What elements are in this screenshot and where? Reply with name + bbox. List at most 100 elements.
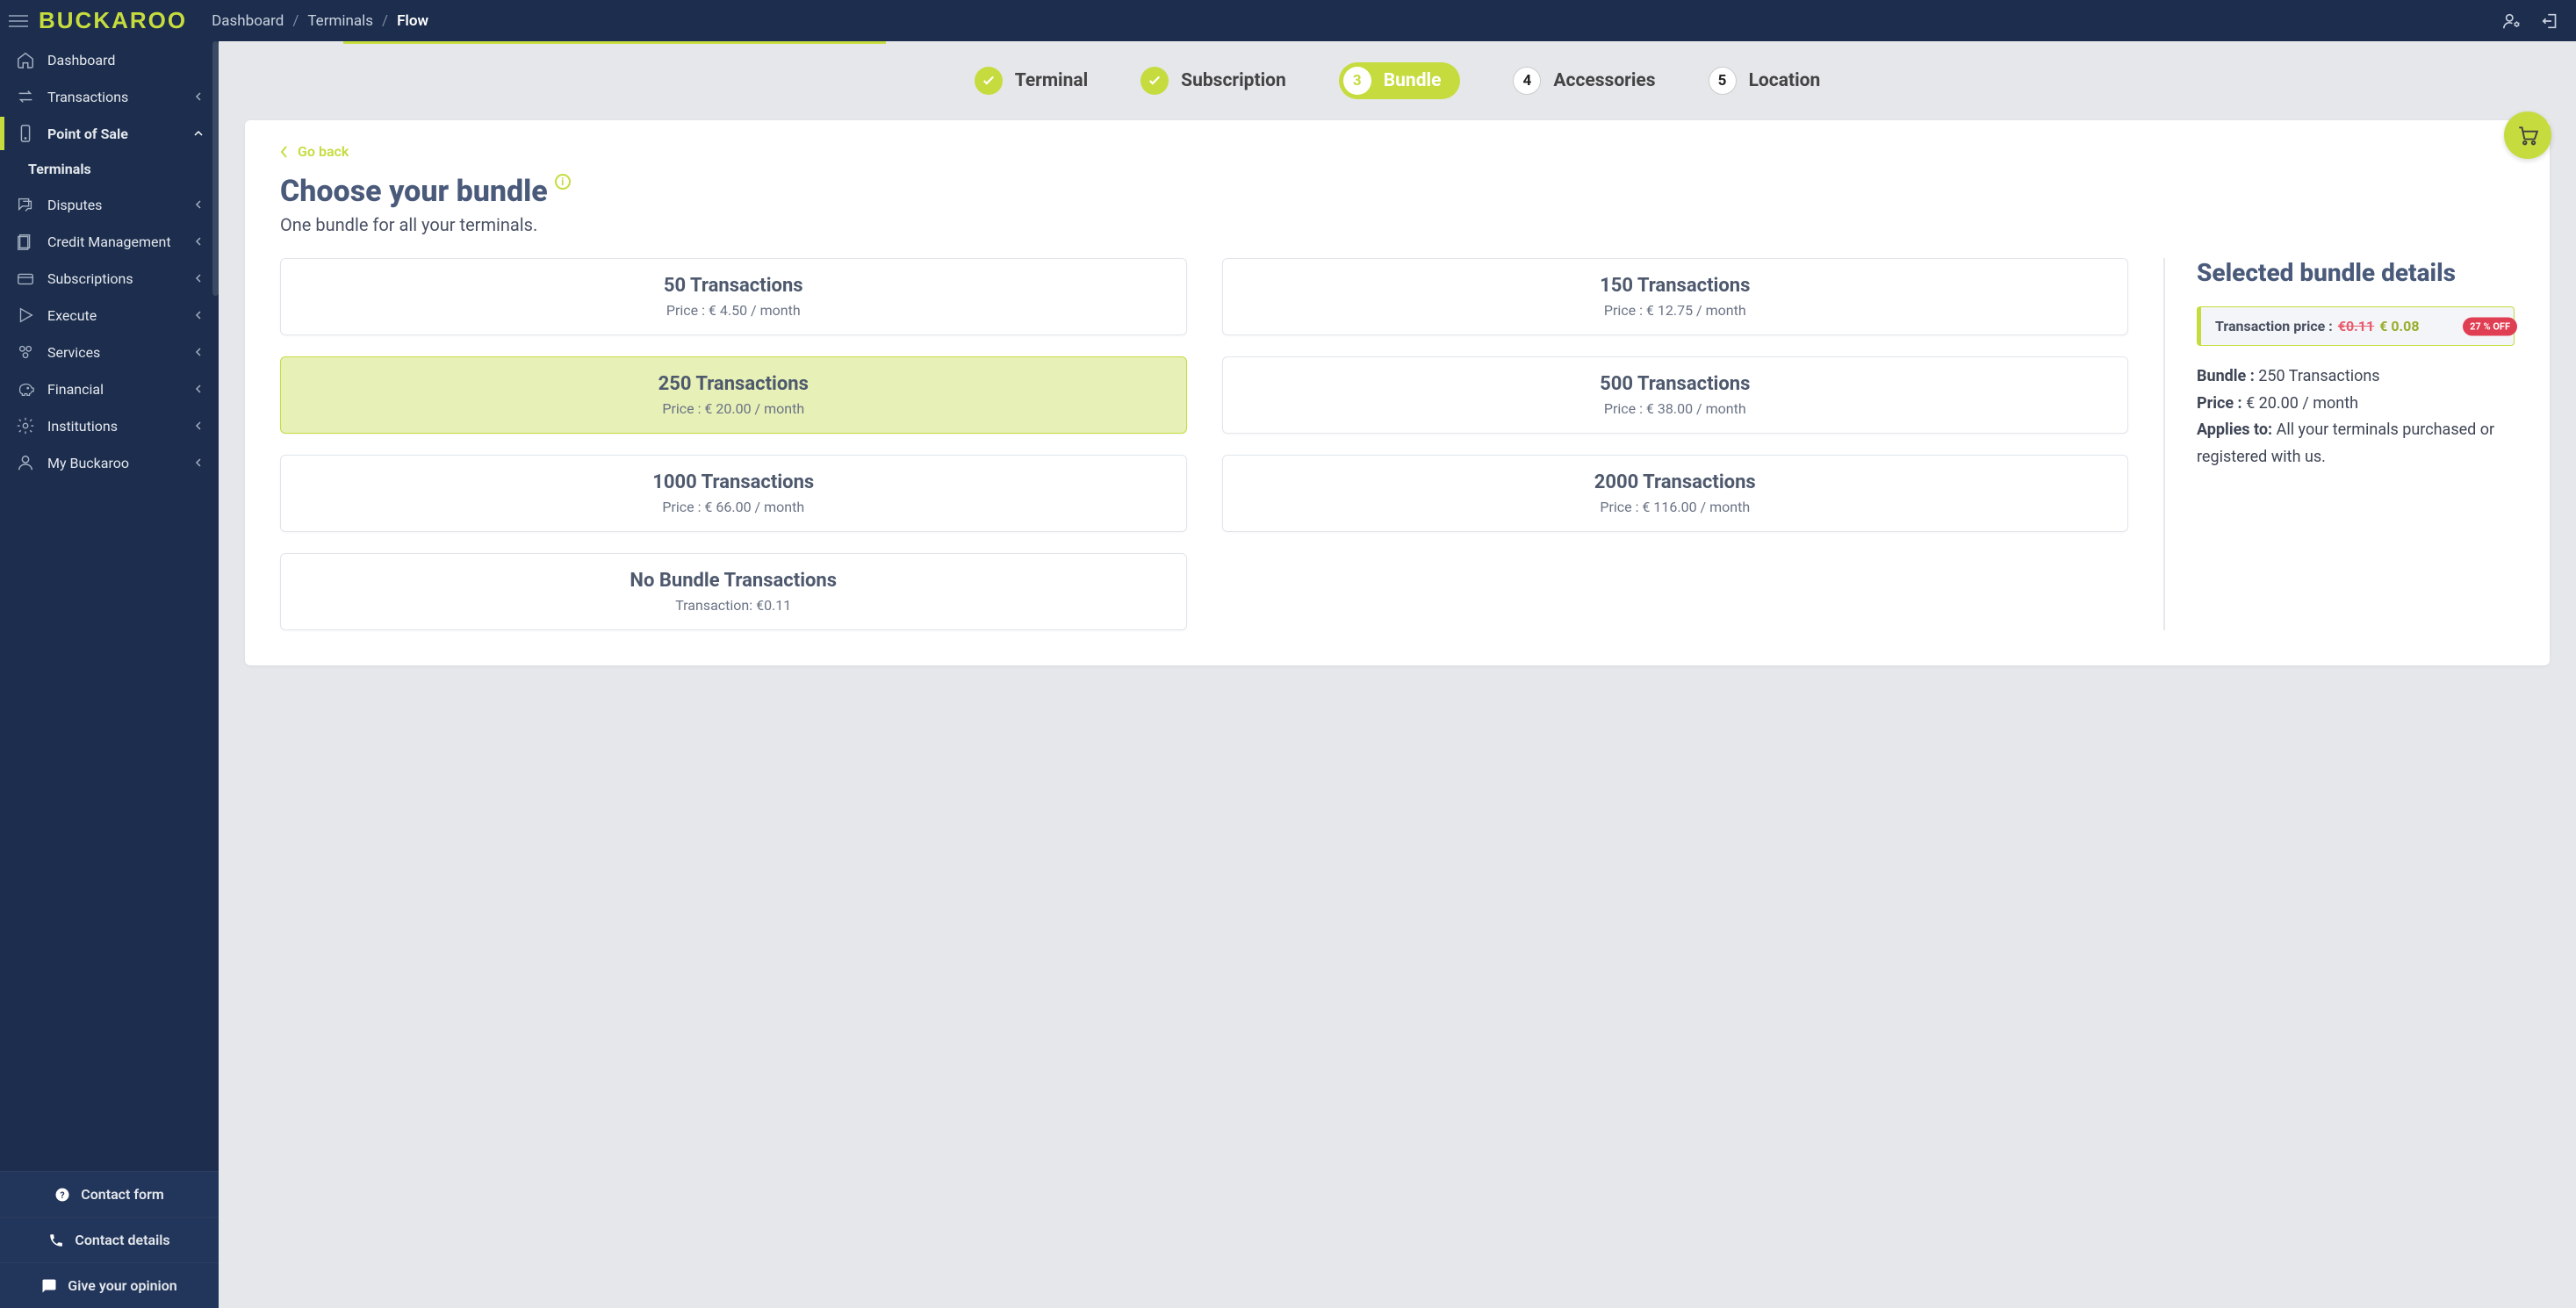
pos-icon [16,124,35,143]
bundle-card-title: 150 Transactions [1241,275,2111,297]
breadcrumb-sep: / [292,12,299,30]
sidebar-item-transactions[interactable]: Transactions [0,78,219,115]
sidebar-item-label: Disputes [47,197,102,213]
step-number: 5 [1709,67,1737,95]
logout-icon[interactable] [2541,11,2560,31]
info-icon[interactable]: i [555,174,571,190]
bundle-label: Bundle : [2197,367,2255,385]
question-icon: ? [54,1187,70,1203]
svg-text:?: ? [61,1189,65,1200]
chevron-left-icon [280,145,289,159]
sidebar-item-label: Dashboard [47,52,115,68]
applies-label: Applies to: [2197,420,2272,439]
step-terminal[interactable]: Terminal [975,67,1088,95]
chevron-left-icon [194,237,203,246]
price-line: Price : € 20.00 / month [2197,391,2515,418]
cart-button[interactable] [2504,111,2551,159]
step-label: Accessories [1553,70,1655,91]
go-back-label: Go back [298,143,349,160]
subscriptions-icon [16,269,35,288]
go-back-button[interactable]: Go back [280,143,2515,160]
step-location[interactable]: 5 Location [1709,67,1821,95]
sidebar: Dashboard Transactions Point of Sale Ter… [0,41,219,1308]
bundle-card[interactable]: No Bundle TransactionsTransaction: €0.11 [280,553,1187,630]
content: Terminal Subscription 3 Bundle 4 Accesso… [219,41,2576,1308]
breadcrumb-terminals[interactable]: Terminals [307,12,373,30]
sidebar-item-label: Financial [47,381,104,398]
breadcrumb: Dashboard / Terminals / Flow [212,12,428,30]
logo[interactable]: BUCKAROO [39,7,187,34]
bundle-card-price: Price : € 116.00 / month [1241,499,2111,515]
sidebar-item-label: Execute [47,307,97,324]
bundle-card-price: Price : € 12.75 / month [1241,302,2111,319]
bundle-grid: 50 TransactionsPrice : € 4.50 / month 150… [280,258,2128,630]
contact-form-button[interactable]: ? Contact form [0,1171,219,1217]
page-title: Choose your bundle i [280,174,2515,209]
chevron-left-icon [194,274,203,283]
step-label: Subscription [1181,70,1286,91]
sidebar-item-subscriptions[interactable]: Subscriptions [0,260,219,297]
transactions-icon [16,87,35,106]
user-icon [16,453,35,472]
home-icon [16,50,35,69]
price-label: Price : [2197,394,2242,413]
step-number: 4 [1513,67,1541,95]
sidebar-item-pos[interactable]: Point of Sale [0,115,219,152]
sidebar-item-institutions[interactable]: Institutions [0,407,219,444]
sidebar-item-mybuckaroo[interactable]: My Buckaroo [0,444,219,481]
step-number: 3 [1343,67,1371,95]
disputes-icon [16,195,35,214]
sidebar-item-execute[interactable]: Execute [0,297,219,334]
price-value: € 20.00 / month [2246,394,2358,413]
contact-details-button[interactable]: Contact details [0,1217,219,1262]
bundle-card[interactable]: 250 TransactionsPrice : € 20.00 / month [280,356,1187,434]
bundle-line: Bundle : 250 Transactions [2197,363,2515,391]
transaction-price-box: Transaction price : €0.11 € 0.08 27 % OF… [2197,306,2515,346]
sidebar-item-services[interactable]: Services [0,334,219,370]
contact-details-label: Contact details [75,1232,169,1248]
step-label: Bundle [1384,70,1442,91]
chevron-left-icon [194,458,203,467]
chevron-left-icon [194,92,203,101]
chevron-left-icon [194,421,203,430]
bundle-card-title: 2000 Transactions [1241,471,2111,493]
breadcrumb-sep: / [382,12,388,30]
sidebar-subitem-terminals[interactable]: Terminals [0,152,219,186]
give-opinion-button[interactable]: Give your opinion [0,1262,219,1308]
bundle-card[interactable]: 500 TransactionsPrice : € 38.00 / month [1222,356,2129,434]
cart-icon [2516,124,2539,147]
menu-icon[interactable] [9,11,28,31]
tx-old-price: €0.11 [2338,318,2374,334]
tx-price-label: Transaction price : [2215,318,2333,334]
sidebar-item-dashboard[interactable]: Dashboard [0,41,219,78]
sidebar-item-credit[interactable]: Credit Management [0,223,219,260]
sidebar-item-label: Institutions [47,418,118,435]
step-bundle[interactable]: 3 Bundle [1339,62,1461,99]
sidebar-item-label: Services [47,344,100,361]
stepper: Terminal Subscription 3 Bundle 4 Accesso… [219,41,2576,120]
bundle-card[interactable]: 1000 TransactionsPrice : € 66.00 / month [280,455,1187,532]
applies-line: Applies to: All your terminals purchased… [2197,417,2515,471]
page-subtitle: One bundle for all your terminals. [280,214,2515,235]
bundle-card-price: Price : € 4.50 / month [299,302,1169,319]
step-label: Location [1749,70,1821,91]
sidebar-item-disputes[interactable]: Disputes [0,186,219,223]
step-subscription[interactable]: Subscription [1140,67,1286,95]
bundle-panel: Go back Choose your bundle i One bundle … [245,120,2550,665]
bundle-card-price: Price : € 20.00 / month [299,400,1169,417]
sidebar-item-label: Terminals [28,161,91,177]
give-opinion-label: Give your opinion [68,1277,176,1294]
piggy-icon [16,379,35,399]
breadcrumb-current: Flow [397,12,428,30]
logo-text: BUCKAROO [39,7,187,34]
breadcrumb-dashboard[interactable]: Dashboard [212,12,284,30]
user-settings-icon[interactable] [2502,11,2522,31]
chevron-down-icon [194,129,203,138]
bundle-card-price: Price : € 66.00 / month [299,499,1169,515]
step-accessories[interactable]: 4 Accessories [1513,67,1655,95]
tx-new-price: € 0.08 [2379,318,2419,334]
bundle-card[interactable]: 2000 Transactions Price : € 116.00 / mont… [1222,455,2129,532]
bundle-card[interactable]: 150 Transactions Price : € 12.75 / month [1222,258,2129,335]
sidebar-item-financial[interactable]: Financial [0,370,219,407]
bundle-card[interactable]: 50 TransactionsPrice : € 4.50 / month [280,258,1187,335]
